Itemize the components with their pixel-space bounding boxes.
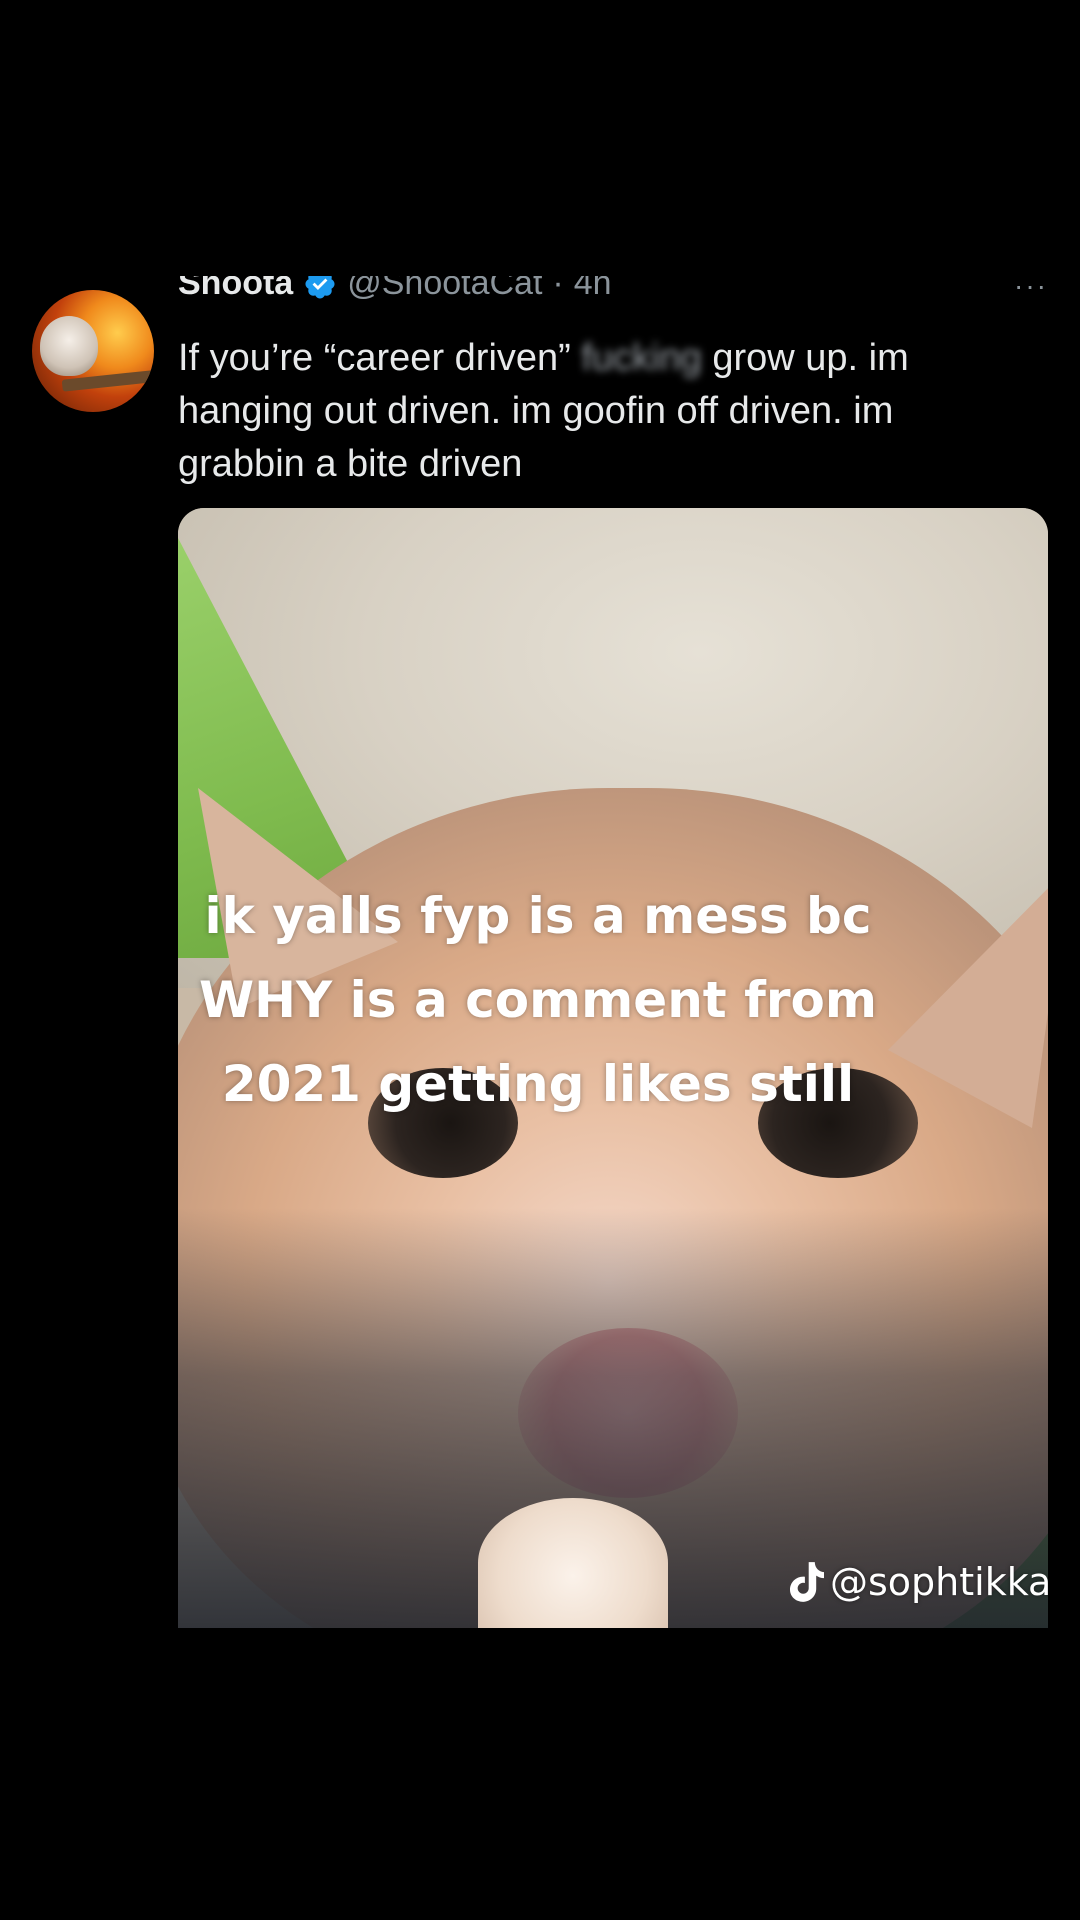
- tweet-text: If you’re “career driven” fucking grow u…: [178, 332, 1038, 491]
- watermark-handle: @sophtikka: [830, 1560, 1052, 1604]
- user-handle[interactable]: @ShootaCat: [347, 276, 542, 303]
- avatar-cat-head: [40, 316, 98, 376]
- tweet-text-line1-start: If you’re “career driven”: [178, 337, 582, 379]
- media-cat-paw: [478, 1498, 668, 1628]
- tweet-text-line2: hanging out driven. im goofin off driven…: [178, 390, 894, 432]
- video-caption-overlay: ik yalls fyp is a mess bc WHY is a comme…: [178, 874, 898, 1126]
- video-frame: Shoota @ShootaCat · 4h ··· If you’re “ca…: [0, 0, 1080, 1920]
- tiktok-logo-icon: [790, 1562, 824, 1602]
- more-options-icon[interactable]: ···: [1014, 276, 1048, 300]
- display-name[interactable]: Shoota: [178, 276, 293, 303]
- avatar[interactable]: [32, 290, 154, 412]
- caption-line2: WHY is a comment from: [199, 971, 877, 1029]
- censored-word: fucking: [581, 337, 702, 379]
- verified-badge-icon: [305, 276, 335, 299]
- tweet-timestamp[interactable]: 4h: [574, 276, 612, 303]
- tweet-header: Shoota @ShootaCat · 4h ···: [178, 276, 1048, 310]
- tiktok-watermark: @sophtikka: [790, 1560, 1051, 1604]
- tweet-text-line3: grabbin a bite driven: [178, 443, 523, 485]
- caption-line3: 2021 getting likes still: [221, 1055, 855, 1113]
- header-separator: ·: [552, 276, 564, 302]
- caption-line1: ik yalls fyp is a mess bc: [204, 887, 872, 945]
- tweet-text-line1-end: grow up. im: [701, 337, 909, 379]
